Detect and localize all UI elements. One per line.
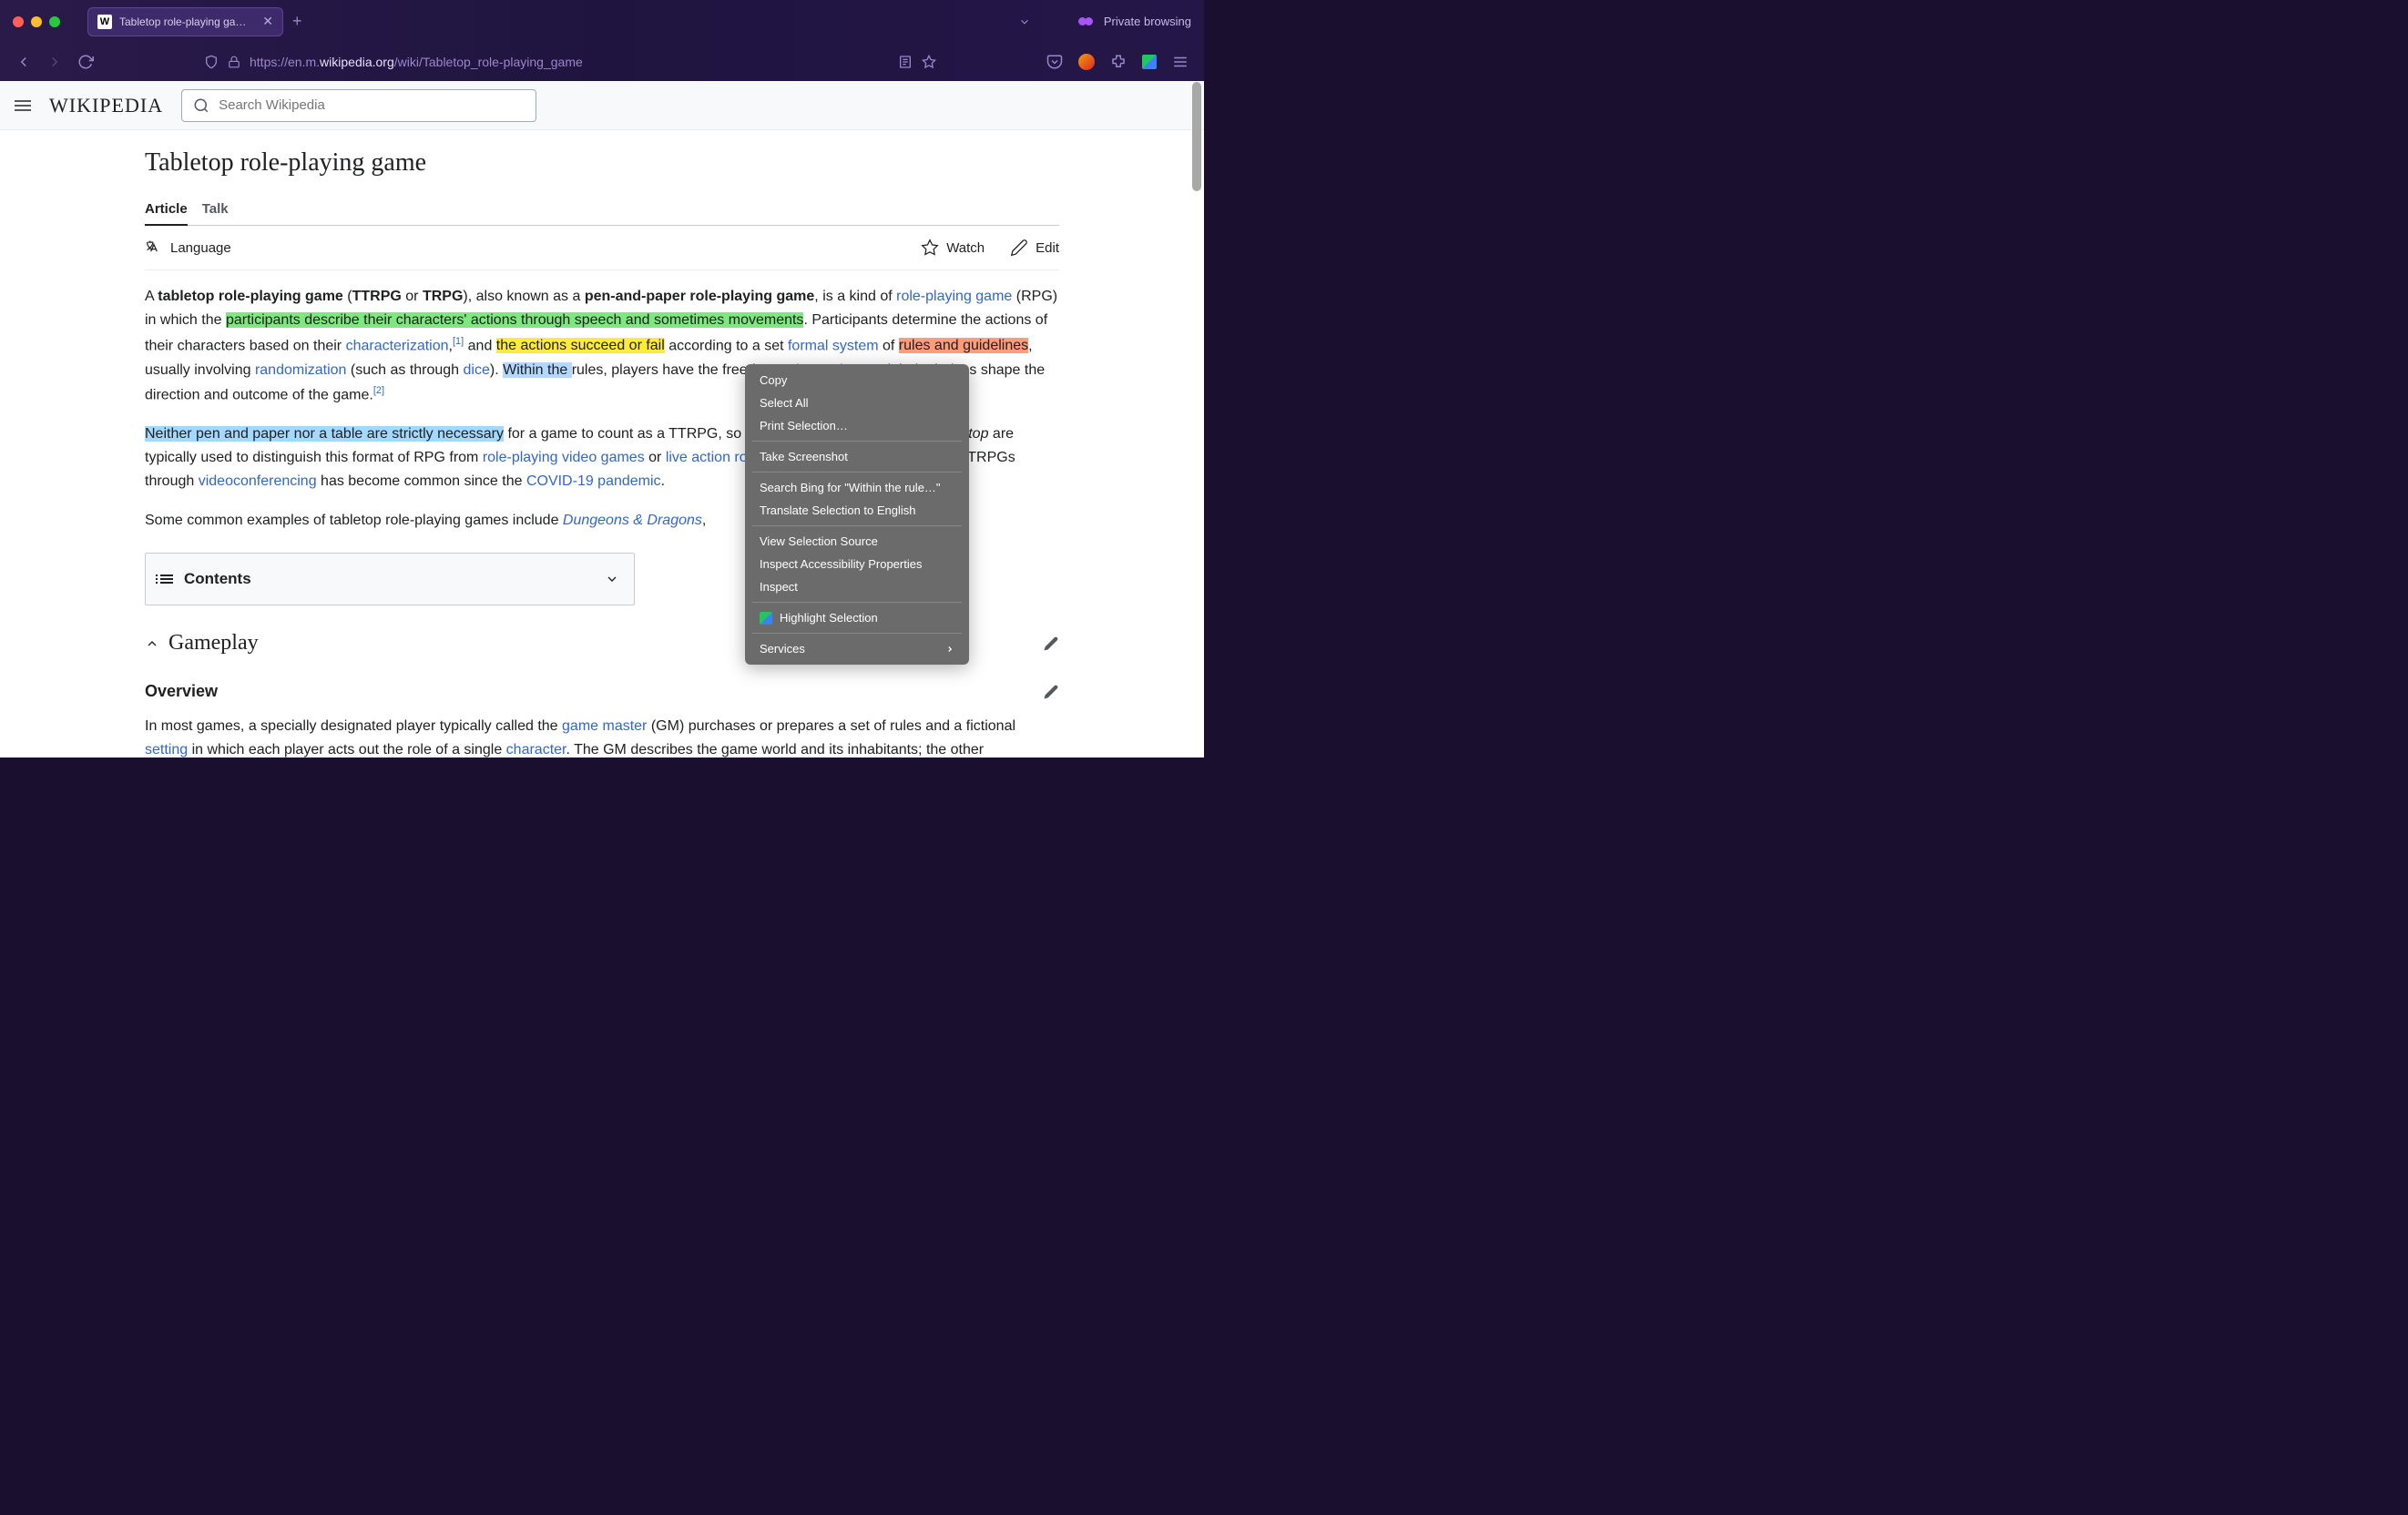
watch-button[interactable]: Watch xyxy=(921,239,985,257)
private-browsing-label: Private browsing xyxy=(1104,15,1191,28)
pocket-icon[interactable] xyxy=(1044,51,1066,73)
overview-paragraph: In most games, a specially designated pl… xyxy=(145,715,1059,758)
menu-hamburger-icon[interactable] xyxy=(15,100,31,111)
pencil-icon xyxy=(1010,239,1028,257)
close-tab-icon[interactable]: ✕ xyxy=(262,14,273,29)
cm-separator xyxy=(752,633,962,634)
link-randomization[interactable]: randomization xyxy=(255,362,347,378)
link-covid[interactable]: COVID-19 pandemic xyxy=(526,473,661,489)
tabs-overview-icon[interactable] xyxy=(1018,15,1031,28)
lock-icon[interactable] xyxy=(228,56,240,68)
private-browsing-icon xyxy=(1078,17,1093,26)
browser-navbar: https://en.m.wikipedia.org/wiki/Tabletop… xyxy=(0,43,1204,81)
subsection-overview: Overview xyxy=(145,678,1059,706)
forward-button[interactable] xyxy=(44,51,66,73)
chevron-up-icon xyxy=(145,636,159,651)
browser-titlebar: W Tabletop role-playing game - W ✕ + Pri… xyxy=(0,0,1204,43)
cm-highlight[interactable]: Highlight Selection xyxy=(745,606,969,629)
highlight-blue: Neither pen and paper nor a table are st… xyxy=(145,426,504,442)
url-text: https://en.m.wikipedia.org/wiki/Tabletop… xyxy=(250,55,889,69)
link-dice[interactable]: dice xyxy=(464,362,490,378)
toc-toggle[interactable]: Contents xyxy=(146,554,634,605)
scrollbar-thumb[interactable] xyxy=(1192,82,1201,191)
new-tab-button[interactable]: + xyxy=(292,12,302,31)
edit-button[interactable]: Edit xyxy=(1010,239,1059,257)
link-rpg[interactable]: role-playing game xyxy=(896,289,1012,304)
browser-tab[interactable]: W Tabletop role-playing game - W ✕ xyxy=(87,7,283,36)
language-icon xyxy=(145,239,163,257)
link-setting[interactable]: setting xyxy=(145,742,188,758)
highlight-green: participants describe their characters' … xyxy=(226,312,803,328)
chevron-down-icon xyxy=(605,572,619,586)
app-menu-icon[interactable] xyxy=(1169,51,1191,73)
window-controls xyxy=(13,16,60,27)
page-viewport: WIKIPEDIA Tabletop role-playing game Art… xyxy=(0,81,1204,758)
search-icon xyxy=(193,97,209,114)
minimize-window-button[interactable] xyxy=(31,16,42,27)
ref-1[interactable]: [1] xyxy=(453,336,464,347)
wiki-header: WIKIPEDIA xyxy=(0,81,1204,130)
cm-search[interactable]: Search Bing for "Within the rule…" xyxy=(745,476,969,499)
link-characterization[interactable]: characterization xyxy=(346,338,449,353)
link-videoconferencing[interactable]: videoconferencing xyxy=(199,473,317,489)
highlight-red: rules and guidelines xyxy=(899,338,1028,353)
search-box[interactable] xyxy=(181,89,536,122)
cm-separator xyxy=(752,602,962,603)
cm-separator xyxy=(752,472,962,473)
link-game-master[interactable]: game master xyxy=(562,718,647,734)
link-character[interactable]: character xyxy=(506,742,566,758)
text-selection: Within the xyxy=(503,362,567,378)
link-video-games[interactable]: role-playing video games xyxy=(483,450,645,465)
cm-separator xyxy=(752,525,962,526)
account-avatar[interactable] xyxy=(1078,54,1095,70)
url-bar[interactable]: https://en.m.wikipedia.org/wiki/Tabletop… xyxy=(197,55,944,69)
cm-services[interactable]: Services xyxy=(745,637,969,660)
reader-mode-icon[interactable] xyxy=(898,55,913,69)
reload-button[interactable] xyxy=(75,51,97,73)
ref-2[interactable]: [2] xyxy=(373,385,384,396)
tab-favicon-icon: W xyxy=(97,15,112,29)
maximize-window-button[interactable] xyxy=(49,16,60,27)
page-tabs: Article Talk xyxy=(145,194,1059,226)
back-button[interactable] xyxy=(13,51,35,73)
language-button[interactable]: Language xyxy=(145,239,231,257)
extensions-icon[interactable] xyxy=(1107,51,1129,73)
cm-select-all[interactable]: Select All xyxy=(745,391,969,414)
tab-article[interactable]: Article xyxy=(145,194,188,226)
chevron-right-icon xyxy=(945,645,954,654)
link-formal-system[interactable]: formal system xyxy=(788,338,879,353)
search-input[interactable] xyxy=(219,97,525,113)
table-of-contents: Contents xyxy=(145,553,635,605)
cm-inspect-a11y[interactable]: Inspect Accessibility Properties xyxy=(745,553,969,575)
highlight-yellow: the actions succeed or fail xyxy=(496,338,665,353)
edit-section-icon[interactable] xyxy=(1043,635,1059,652)
page-actions: Language Watch Edit xyxy=(145,226,1059,270)
wikipedia-logo[interactable]: WIKIPEDIA xyxy=(49,94,163,117)
cm-copy[interactable]: Copy xyxy=(745,369,969,391)
close-window-button[interactable] xyxy=(13,16,24,27)
highlighter-extension-icon[interactable] xyxy=(1142,55,1157,69)
highlight-icon xyxy=(760,612,772,625)
link-dnd[interactable]: Dungeons & Dragons xyxy=(563,513,702,528)
cm-screenshot[interactable]: Take Screenshot xyxy=(745,445,969,468)
page-title: Tabletop role-playing game xyxy=(145,148,1059,178)
cm-print[interactable]: Print Selection… xyxy=(745,414,969,437)
tab-title: Tabletop role-playing game - W xyxy=(119,15,255,28)
cm-view-source[interactable]: View Selection Source xyxy=(745,530,969,553)
shield-icon[interactable] xyxy=(204,55,219,69)
cm-inspect[interactable]: Inspect xyxy=(745,575,969,598)
star-icon xyxy=(921,239,939,257)
toc-icon xyxy=(160,574,173,584)
cm-separator xyxy=(752,441,962,442)
bookmark-star-icon[interactable] xyxy=(922,55,936,69)
edit-subsection-icon[interactable] xyxy=(1043,684,1059,700)
context-menu: Copy Select All Print Selection… Take Sc… xyxy=(745,364,969,665)
tab-talk[interactable]: Talk xyxy=(202,194,229,225)
cm-translate[interactable]: Translate Selection to English xyxy=(745,499,969,522)
